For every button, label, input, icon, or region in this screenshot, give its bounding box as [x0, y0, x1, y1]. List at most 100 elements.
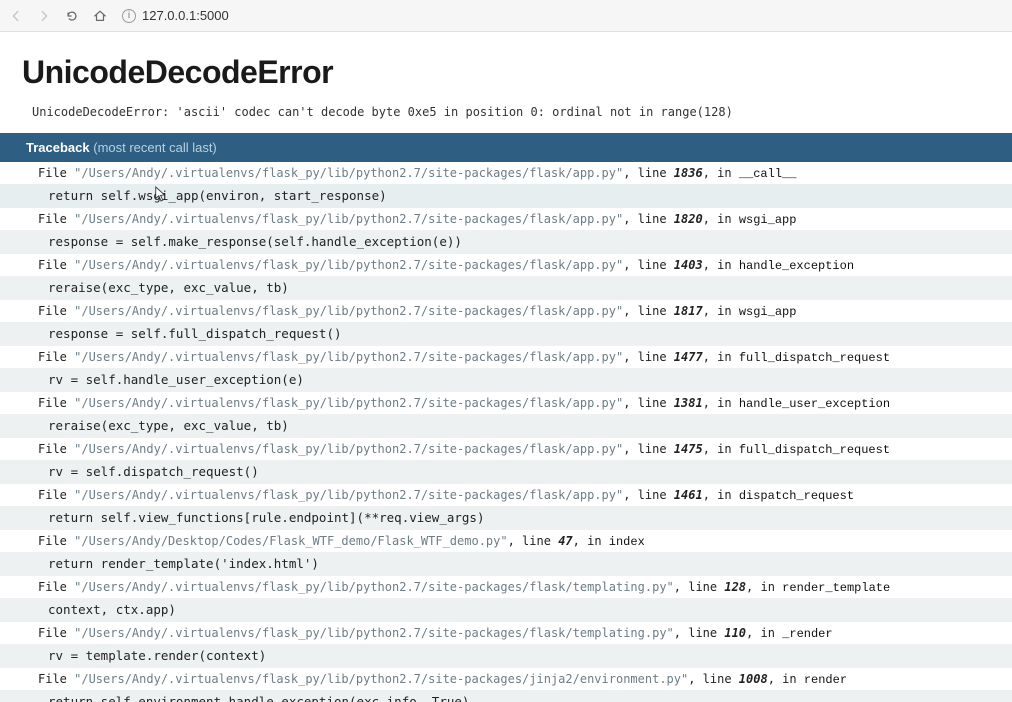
frame-location: File "/Users/Andy/.virtualenvs/flask_py/… — [0, 208, 1012, 230]
in-label: , in — [703, 396, 739, 410]
browser-toolbar: i 127.0.0.1:5000 — [0, 0, 1012, 32]
frame-code-line[interactable]: response = self.make_response(self.handl… — [0, 230, 1012, 254]
frame-code-line[interactable]: reraise(exc_type, exc_value, tb) — [0, 414, 1012, 438]
file-label: File — [38, 396, 74, 410]
frame-location: File "/Users/Andy/.virtualenvs/flask_py/… — [0, 438, 1012, 460]
back-button[interactable] — [8, 8, 24, 24]
traceback-frame[interactable]: File "/Users/Andy/.virtualenvs/flask_py/… — [0, 438, 1012, 484]
line-number: 1477 — [674, 350, 703, 364]
frame-code-line[interactable]: context, ctx.app) — [0, 598, 1012, 622]
traceback-frame[interactable]: File "/Users/Andy/.virtualenvs/flask_py/… — [0, 576, 1012, 622]
line-number: 1403 — [674, 258, 703, 272]
traceback-frame[interactable]: File "/Users/Andy/.virtualenvs/flask_py/… — [0, 484, 1012, 530]
line-label: , line — [623, 488, 674, 502]
function-name: render — [804, 673, 847, 687]
traceback-frame[interactable]: File "/Users/Andy/Desktop/Codes/Flask_WT… — [0, 530, 1012, 576]
file-path: "/Users/Andy/.virtualenvs/flask_py/lib/p… — [74, 580, 674, 594]
in-label: , in — [703, 166, 739, 180]
line-number: 1008 — [739, 672, 768, 686]
frame-location: File "/Users/Andy/.virtualenvs/flask_py/… — [0, 576, 1012, 598]
line-number: 1836 — [674, 166, 703, 180]
file-label: File — [38, 350, 74, 364]
traceback-frame[interactable]: File "/Users/Andy/.virtualenvs/flask_py/… — [0, 208, 1012, 254]
file-path: "/Users/Andy/.virtualenvs/flask_py/lib/p… — [74, 442, 623, 456]
frame-code-line[interactable]: return render_template('index.html') — [0, 552, 1012, 576]
mouse-cursor-icon — [154, 185, 168, 203]
reload-button[interactable] — [64, 8, 80, 24]
in-label: , in — [573, 534, 609, 548]
function-name: __call__ — [739, 167, 797, 181]
frame-location: File "/Users/Andy/.virtualenvs/flask_py/… — [0, 392, 1012, 414]
frame-code-line[interactable]: rv = self.dispatch_request() — [0, 460, 1012, 484]
frame-location: File "/Users/Andy/.virtualenvs/flask_py/… — [0, 162, 1012, 184]
error-title: UnicodeDecodeError — [22, 54, 990, 91]
file-path: "/Users/Andy/.virtualenvs/flask_py/lib/p… — [74, 258, 623, 272]
file-label: File — [38, 258, 74, 272]
frame-code-line[interactable]: return self.wsgi_app(environ, start_resp… — [0, 184, 1012, 208]
frame-code-line[interactable]: return self.environment.handle_exception… — [0, 690, 1012, 702]
function-name: index — [609, 535, 645, 549]
traceback-frame[interactable]: File "/Users/Andy/.virtualenvs/flask_py/… — [0, 392, 1012, 438]
line-number: 1475 — [674, 442, 703, 456]
in-label: , in — [746, 626, 782, 640]
file-label: File — [38, 212, 74, 226]
line-label: , line — [623, 258, 674, 272]
file-label: File — [38, 488, 74, 502]
file-path: "/Users/Andy/.virtualenvs/flask_py/lib/p… — [74, 304, 623, 318]
file-label: File — [38, 442, 74, 456]
forward-button[interactable] — [36, 8, 52, 24]
function-name: handle_user_exception — [739, 397, 890, 411]
traceback-frame[interactable]: File "/Users/Andy/.virtualenvs/flask_py/… — [0, 622, 1012, 668]
file-path: "/Users/Andy/.virtualenvs/flask_py/lib/p… — [74, 212, 623, 226]
function-name: handle_exception — [739, 259, 854, 273]
in-label: , in — [703, 304, 739, 318]
url-text: 127.0.0.1:5000 — [142, 8, 229, 23]
traceback-header: Traceback (most recent call last) — [0, 133, 1012, 162]
line-label: , line — [623, 442, 674, 456]
frame-location: File "/Users/Andy/.virtualenvs/flask_py/… — [0, 484, 1012, 506]
function-name: wsgi_app — [739, 305, 797, 319]
traceback-label: Traceback — [26, 140, 90, 155]
line-label: , line — [508, 534, 559, 548]
function-name: render_template — [782, 581, 890, 595]
frame-code-line[interactable]: response = self.full_dispatch_request() — [0, 322, 1012, 346]
frame-code-line[interactable]: rv = template.render(context) — [0, 644, 1012, 668]
line-label: , line — [688, 672, 739, 686]
traceback-frame[interactable]: File "/Users/Andy/.virtualenvs/flask_py/… — [0, 668, 1012, 702]
error-message: UnicodeDecodeError: 'ascii' codec can't … — [22, 101, 990, 133]
line-label: , line — [674, 626, 725, 640]
in-label: , in — [703, 212, 739, 226]
file-label: File — [38, 534, 74, 548]
traceback-frame[interactable]: File "/Users/Andy/.virtualenvs/flask_py/… — [0, 162, 1012, 208]
file-path: "/Users/Andy/.virtualenvs/flask_py/lib/p… — [74, 166, 623, 180]
line-number: 1820 — [674, 212, 703, 226]
file-path: "/Users/Andy/.virtualenvs/flask_py/lib/p… — [74, 672, 688, 686]
frame-location: File "/Users/Andy/.virtualenvs/flask_py/… — [0, 346, 1012, 368]
nav-button-group — [8, 8, 108, 24]
home-button[interactable] — [92, 8, 108, 24]
traceback-sublabel: (most recent call last) — [93, 140, 217, 155]
traceback-frame[interactable]: File "/Users/Andy/.virtualenvs/flask_py/… — [0, 254, 1012, 300]
frame-code-line[interactable]: return self.view_functions[rule.endpoint… — [0, 506, 1012, 530]
line-number: 110 — [724, 626, 746, 640]
file-path: "/Users/Andy/.virtualenvs/flask_py/lib/p… — [74, 396, 623, 410]
traceback-frames: File "/Users/Andy/.virtualenvs/flask_py/… — [0, 162, 1012, 702]
in-label: , in — [703, 488, 739, 502]
frame-code-line[interactable]: rv = self.handle_user_exception(e) — [0, 368, 1012, 392]
traceback-frame[interactable]: File "/Users/Andy/.virtualenvs/flask_py/… — [0, 300, 1012, 346]
address-bar[interactable]: i 127.0.0.1:5000 — [118, 6, 233, 25]
line-number: 47 — [558, 534, 572, 548]
line-number: 128 — [724, 580, 746, 594]
frame-location: File "/Users/Andy/Desktop/Codes/Flask_WT… — [0, 530, 1012, 552]
site-info-icon[interactable]: i — [122, 9, 136, 23]
line-label: , line — [623, 304, 674, 318]
frame-code-line[interactable]: reraise(exc_type, exc_value, tb) — [0, 276, 1012, 300]
frame-location: File "/Users/Andy/.virtualenvs/flask_py/… — [0, 668, 1012, 690]
file-label: File — [38, 626, 74, 640]
traceback-frame[interactable]: File "/Users/Andy/.virtualenvs/flask_py/… — [0, 346, 1012, 392]
file-path: "/Users/Andy/.virtualenvs/flask_py/lib/p… — [74, 350, 623, 364]
in-label: , in — [768, 672, 804, 686]
error-page: UnicodeDecodeError UnicodeDecodeError: '… — [0, 32, 1012, 702]
function-name: full_dispatch_request — [739, 351, 890, 365]
frame-location: File "/Users/Andy/.virtualenvs/flask_py/… — [0, 622, 1012, 644]
